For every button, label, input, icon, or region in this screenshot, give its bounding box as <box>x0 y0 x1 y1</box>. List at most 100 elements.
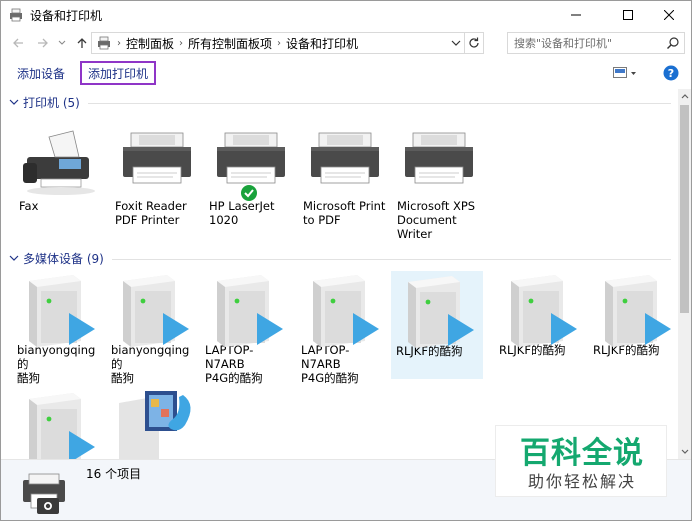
media-item[interactable] <box>13 389 105 459</box>
vertical-scrollbar[interactable] <box>678 89 691 459</box>
refresh-button[interactable] <box>464 33 483 53</box>
window-title: 设备和打印机 <box>30 9 103 23</box>
help-button[interactable]: ? <box>663 63 679 83</box>
change-view-button[interactable] <box>613 63 637 83</box>
watermark-title: 百科全说 <box>520 436 644 471</box>
media-item[interactable]: RLJKF的酷狗 <box>589 271 678 357</box>
group-divider <box>111 258 671 260</box>
back-button[interactable] <box>9 33 27 53</box>
device-name-label: Foxit Reader PDF Printer <box>115 199 187 227</box>
scroll-down-button[interactable] <box>678 445 691 459</box>
help-icon: ? <box>663 65 679 81</box>
navigation-bar: › 控制面板 › 所有控制面板项 › 设备和打印机 <box>1 29 691 57</box>
printer-icon <box>217 132 285 201</box>
device-icon-wrapper <box>21 127 101 199</box>
breadcrumb-separator-icon: › <box>117 37 121 49</box>
address-dropdown-button[interactable] <box>449 36 463 50</box>
media-item[interactable]: RLJKF的酷狗 <box>495 271 587 357</box>
item-count: 16 个项目 <box>86 467 142 481</box>
address-bar[interactable]: › 控制面板 › 所有控制面板项 › 设备和打印机 <box>91 32 484 54</box>
media-server-icon <box>605 275 671 347</box>
media-server-icon <box>29 393 95 459</box>
close-icon <box>664 10 674 20</box>
device-icon-wrapper <box>303 271 383 347</box>
media-item[interactable]: RLJKF的酷狗 <box>391 271 483 379</box>
device-icon-wrapper <box>305 127 385 199</box>
printers-item[interactable]: Microsoft XPS Document Writer <box>393 127 485 241</box>
device-icon-wrapper <box>501 271 581 347</box>
title-bar: 设备和打印机 <box>1 1 691 29</box>
media-item[interactable]: bianyongqing的 酷狗 <box>107 271 199 385</box>
watermark-subtitle: 助你轻松解决 <box>527 472 636 491</box>
media-player-icon <box>119 391 191 459</box>
collapse-chevron-icon <box>9 255 19 261</box>
device-name-label: Microsoft XPS Document Writer <box>397 199 476 241</box>
printer-icon <box>405 132 473 184</box>
media-server-icon <box>408 276 474 348</box>
media-item[interactable] <box>107 389 199 459</box>
command-bar: 添加设备 添加打印机 ? <box>1 59 691 87</box>
device-icon-wrapper <box>19 271 99 347</box>
view-options-icon <box>613 67 636 78</box>
chevron-down-icon <box>451 40 461 46</box>
watermark-badge: 百科全说 助你轻松解决 <box>495 425 667 497</box>
up-button[interactable] <box>73 33 91 53</box>
media-item[interactable]: LAPTOP-N7ARB P4G的酷狗 <box>201 271 293 385</box>
add-printer-button[interactable]: 添加打印机 <box>80 61 157 85</box>
device-icon-wrapper <box>398 272 478 348</box>
fax-icon <box>23 130 95 195</box>
media-server-icon <box>123 275 189 347</box>
printers-item[interactable]: Microsoft Print to PDF <box>299 127 391 227</box>
minimize-button[interactable] <box>553 1 599 29</box>
search-icon[interactable] <box>666 36 680 50</box>
media-server-icon <box>313 275 379 347</box>
up-arrow-icon <box>77 38 87 48</box>
chevron-down-icon <box>681 449 688 454</box>
printers-group-header[interactable]: 打印机 (5) <box>9 93 671 111</box>
device-icon-wrapper <box>211 127 291 201</box>
scroll-up-button[interactable] <box>678 89 691 103</box>
add-device-button[interactable]: 添加设备 <box>9 61 73 85</box>
printers-item[interactable]: HP LaserJet 1020 <box>205 127 297 227</box>
breadcrumb-all-control-panel-items[interactable]: 所有控制面板项 <box>188 35 272 52</box>
device-name-label: Microsoft Print to PDF <box>303 199 386 227</box>
breadcrumb-separator-icon: › <box>277 37 282 49</box>
devices-printers-app-icon <box>10 8 22 22</box>
breadcrumb-devices-and-printers[interactable]: 设备和打印机 <box>286 35 358 52</box>
printer-camera-icon <box>23 473 65 514</box>
devices-printers-location-icon <box>98 36 110 50</box>
svg-text:?: ? <box>668 67 674 80</box>
media-item[interactable]: LAPTOP-N7ARB P4G的酷狗 <box>297 271 389 385</box>
media-server-icon <box>217 275 283 347</box>
maximize-icon <box>623 10 633 20</box>
breadcrumb-separator-icon: › <box>179 37 184 49</box>
device-name-label: HP LaserJet 1020 <box>209 199 275 227</box>
breadcrumb-control-panel[interactable]: 控制面板 <box>126 35 174 52</box>
media-group-header[interactable]: 多媒体设备 (9) <box>9 249 671 267</box>
chevron-down-icon <box>58 40 66 45</box>
device-icon-wrapper <box>113 271 193 347</box>
search-box[interactable] <box>507 32 685 54</box>
printers-item[interactable]: Foxit Reader PDF Printer <box>111 127 203 227</box>
printer-icon <box>311 132 379 184</box>
media-server-icon <box>29 275 95 347</box>
items-view: 打印机 (5) Fax Foxit Reader PDF Printer HP La… <box>1 89 678 459</box>
devices-and-printers-window: 设备和打印机 › 控制面板 › 所有控制面板项 › 设备和打印机 搜索"设备和打… <box>0 0 692 521</box>
recent-locations-button[interactable] <box>57 33 67 53</box>
refresh-icon <box>469 37 479 48</box>
media-item[interactable]: bianyongqing的 酷狗 <box>13 271 105 385</box>
forward-button[interactable] <box>34 33 52 53</box>
forward-arrow-icon <box>38 38 48 48</box>
printers-item[interactable]: Fax <box>15 127 107 213</box>
collapse-chevron-icon <box>9 99 19 105</box>
printers-group-label: 打印机 (5) <box>23 95 80 110</box>
search-input[interactable] <box>514 35 662 51</box>
close-button[interactable] <box>646 1 691 29</box>
scrollbar-thumb[interactable] <box>680 105 689 313</box>
device-icon-wrapper <box>19 389 99 459</box>
minimize-icon <box>571 14 581 16</box>
maximize-button[interactable] <box>605 1 651 29</box>
group-divider <box>87 102 671 104</box>
device-name-label: Fax <box>19 199 39 213</box>
device-icon-wrapper <box>117 127 197 199</box>
